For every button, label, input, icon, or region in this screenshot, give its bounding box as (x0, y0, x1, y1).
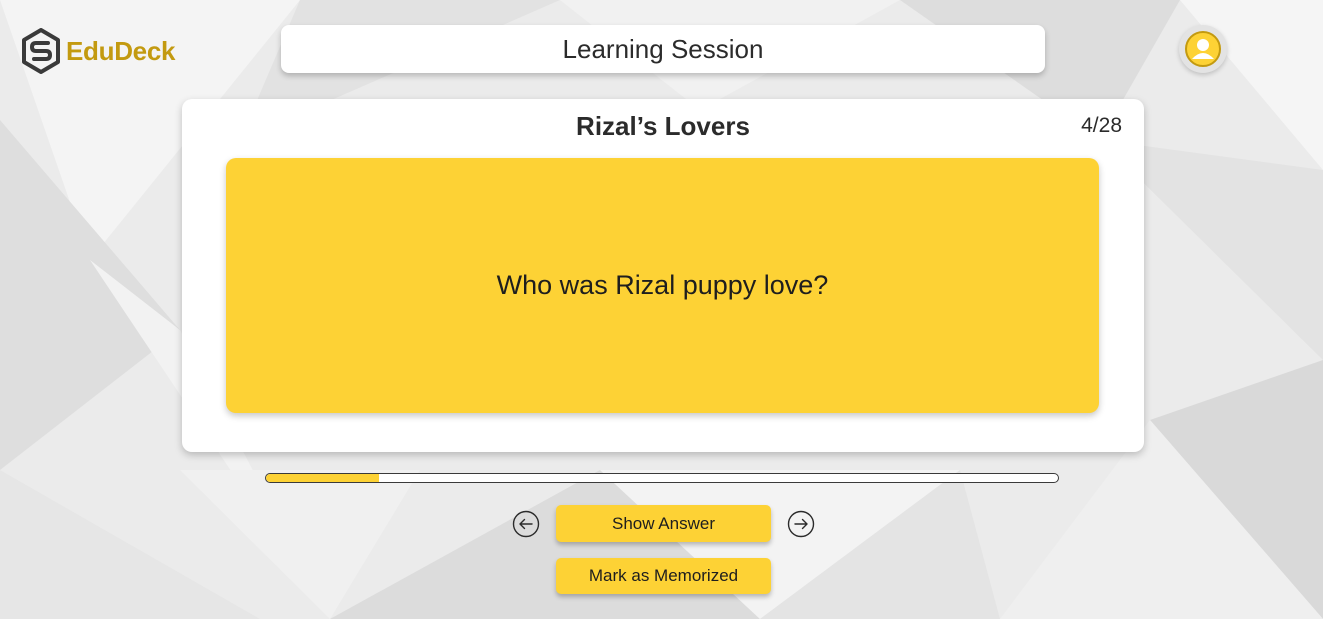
brand-logo[interactable]: EduDeck (22, 28, 175, 74)
mark-memorized-button[interactable]: Mark as Memorized (556, 558, 771, 594)
show-answer-label: Show Answer (612, 513, 715, 533)
arrow-left-circle-icon (512, 510, 540, 538)
session-title-bar: Learning Session (281, 25, 1045, 73)
page-title: Learning Session (562, 33, 764, 64)
flashcard[interactable]: Who was Rizal puppy love? (226, 158, 1099, 413)
flashcard-question: Who was Rizal puppy love? (496, 270, 829, 300)
profile-avatar-button[interactable] (1179, 25, 1227, 73)
hexagon-s-logo-icon (22, 28, 60, 74)
show-answer-button[interactable]: Show Answer (556, 505, 771, 542)
brand-name: EduDeck (66, 35, 176, 66)
mark-memorized-label: Mark as Memorized (588, 566, 739, 585)
deck-title: Rizal’s Lovers (576, 111, 750, 141)
arrow-right-circle-icon (787, 510, 815, 538)
next-card-button[interactable] (787, 510, 815, 538)
progress-fill (266, 474, 380, 482)
previous-card-button[interactable] (512, 510, 540, 538)
user-avatar-icon (1185, 31, 1221, 67)
deck-panel: Rizal’s Lovers 4/28 Who was Rizal puppy … (182, 99, 1144, 452)
card-counter: 4/28 (1081, 114, 1122, 137)
progress-bar (265, 473, 1059, 483)
